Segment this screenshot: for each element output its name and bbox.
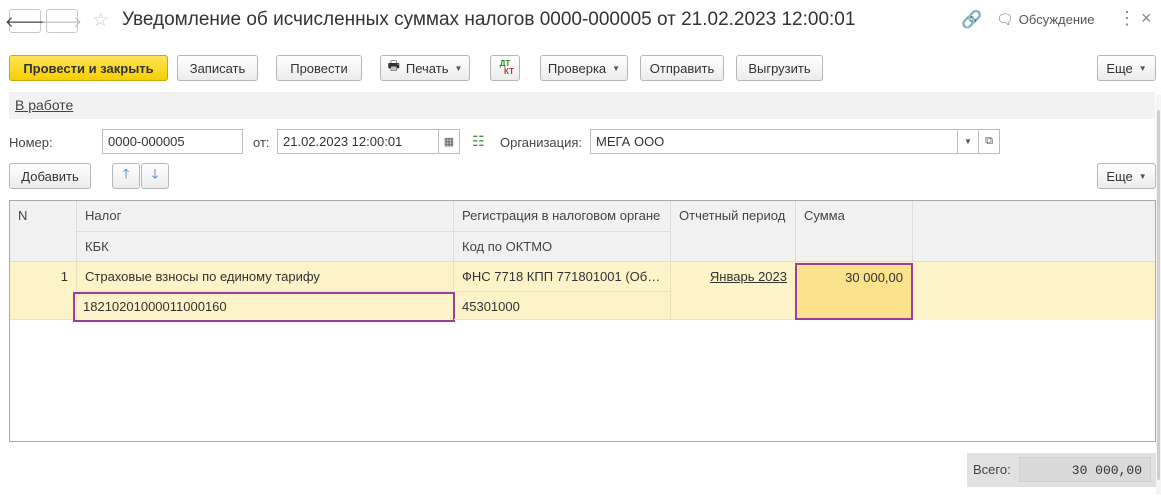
arrow-up-icon: 🡑 — [122, 166, 130, 181]
status-link[interactable]: В работе — [15, 97, 73, 113]
col-header-oktmo[interactable]: Код по ОКТМО — [454, 232, 671, 262]
export-button[interactable]: Выгрузить — [736, 55, 823, 81]
arrow-left-icon: 🡐 — [4, 13, 46, 31]
date-label: от: — [253, 135, 270, 150]
arrow-down-icon: 🡓 — [151, 166, 159, 181]
cell-sum[interactable]: 30 000,00 — [795, 263, 913, 320]
chat-icon: 🗨 — [996, 11, 1014, 27]
arrow-right-icon: 🡒 — [41, 13, 83, 31]
total-value: 30 000,00 — [1019, 457, 1151, 482]
calendar-button[interactable]: ▦ — [438, 129, 460, 154]
taxes-table[interactable]: N Налог КБК Регистрация в налоговом орга… — [9, 200, 1156, 442]
cell-period[interactable]: Январь 2023 — [671, 262, 796, 320]
number-label: Номер: — [9, 135, 53, 150]
favorite-star-icon[interactable]: ☆ — [92, 9, 109, 32]
close-icon[interactable]: × — [1141, 8, 1152, 29]
add-row-button[interactable]: Добавить — [9, 163, 91, 189]
send-button[interactable]: Отправить — [640, 55, 724, 81]
org-open-button[interactable]: ⧉ — [978, 129, 1000, 154]
scrollbar-thumb[interactable] — [1157, 110, 1160, 480]
more-button[interactable]: Еще ▼ — [1097, 55, 1156, 81]
link-icon[interactable]: 🔗 — [961, 10, 982, 30]
number-input[interactable]: 0000-000005 — [102, 129, 243, 154]
caret-down-icon: ▼ — [454, 63, 463, 73]
total-panel: Всего: 30 000,00 — [967, 453, 1157, 487]
col-header-period[interactable]: Отчетный период — [671, 201, 796, 262]
cell-kbk[interactable]: 18210201000011000160 — [73, 292, 455, 322]
date-input[interactable]: 21.02.2023 12:00:01 — [277, 129, 439, 154]
org-label: Организация: — [500, 135, 583, 150]
cell-registration[interactable]: ФНС 7718 КПП 771801001 (Об… — [454, 262, 671, 292]
more-label: Еще — [1106, 60, 1133, 76]
cell-tax[interactable]: Страховые взносы по единому тарифу — [77, 262, 454, 292]
total-label: Всего: — [973, 462, 1011, 477]
cell-n[interactable]: 1 — [10, 262, 77, 320]
print-button[interactable]: 🖶 Печать ▼ — [380, 55, 470, 81]
discussion-label: Обсуждение — [1018, 12, 1095, 27]
check-label: Проверка — [547, 60, 607, 76]
forward-button[interactable]: 🡒 — [42, 9, 82, 33]
post-and-close-button[interactable]: Провести и закрыть — [9, 55, 168, 81]
period-link[interactable]: Январь 2023 — [710, 269, 787, 284]
caret-down-icon: ▼ — [612, 63, 621, 73]
status-bar: В работе — [9, 92, 1155, 119]
dt-kt-button[interactable]: ДТ КТ — [490, 55, 520, 81]
col-header-sum[interactable]: Сумма — [796, 201, 913, 262]
save-button[interactable]: Записать — [177, 55, 258, 81]
caret-down-icon: ▼ — [1138, 171, 1147, 181]
table-more-label: Еще — [1106, 168, 1133, 184]
col-header-empty — [913, 201, 1155, 262]
printer-icon: 🖶 — [387, 58, 400, 73]
page-title: Уведомление об исчисленных суммах налого… — [122, 9, 856, 30]
col-header-tax[interactable]: Налог — [77, 201, 454, 232]
more-menu-icon[interactable]: ⋮ — [1118, 8, 1136, 29]
discussion-button[interactable]: 🗨 Обсуждение — [996, 11, 1095, 28]
check-button[interactable]: Проверка ▼ — [540, 55, 628, 81]
back-button[interactable]: 🡐 — [5, 9, 45, 33]
org-list-icon[interactable]: ☷ — [472, 133, 485, 150]
post-button[interactable]: Провести — [276, 55, 362, 81]
move-down-button[interactable]: 🡓 — [141, 163, 169, 189]
col-header-registration[interactable]: Регистрация в налоговом органе — [454, 201, 671, 232]
cell-oktmo[interactable]: 45301000 — [454, 292, 671, 320]
col-header-n[interactable]: N — [10, 201, 77, 262]
table-more-button[interactable]: Еще ▼ — [1097, 163, 1156, 189]
move-up-button[interactable]: 🡑 — [112, 163, 140, 189]
org-dropdown-button[interactable]: ▼ — [957, 129, 979, 154]
caret-down-icon: ▼ — [964, 137, 972, 146]
print-label: Печать — [405, 60, 449, 76]
kt-label: КТ — [504, 67, 514, 76]
col-header-kbk[interactable]: КБК — [77, 232, 454, 262]
caret-down-icon: ▼ — [1138, 63, 1147, 73]
org-input[interactable]: МЕГА ООО — [590, 129, 958, 154]
open-window-icon: ⧉ — [985, 135, 993, 147]
calendar-icon: ▦ — [443, 136, 455, 148]
